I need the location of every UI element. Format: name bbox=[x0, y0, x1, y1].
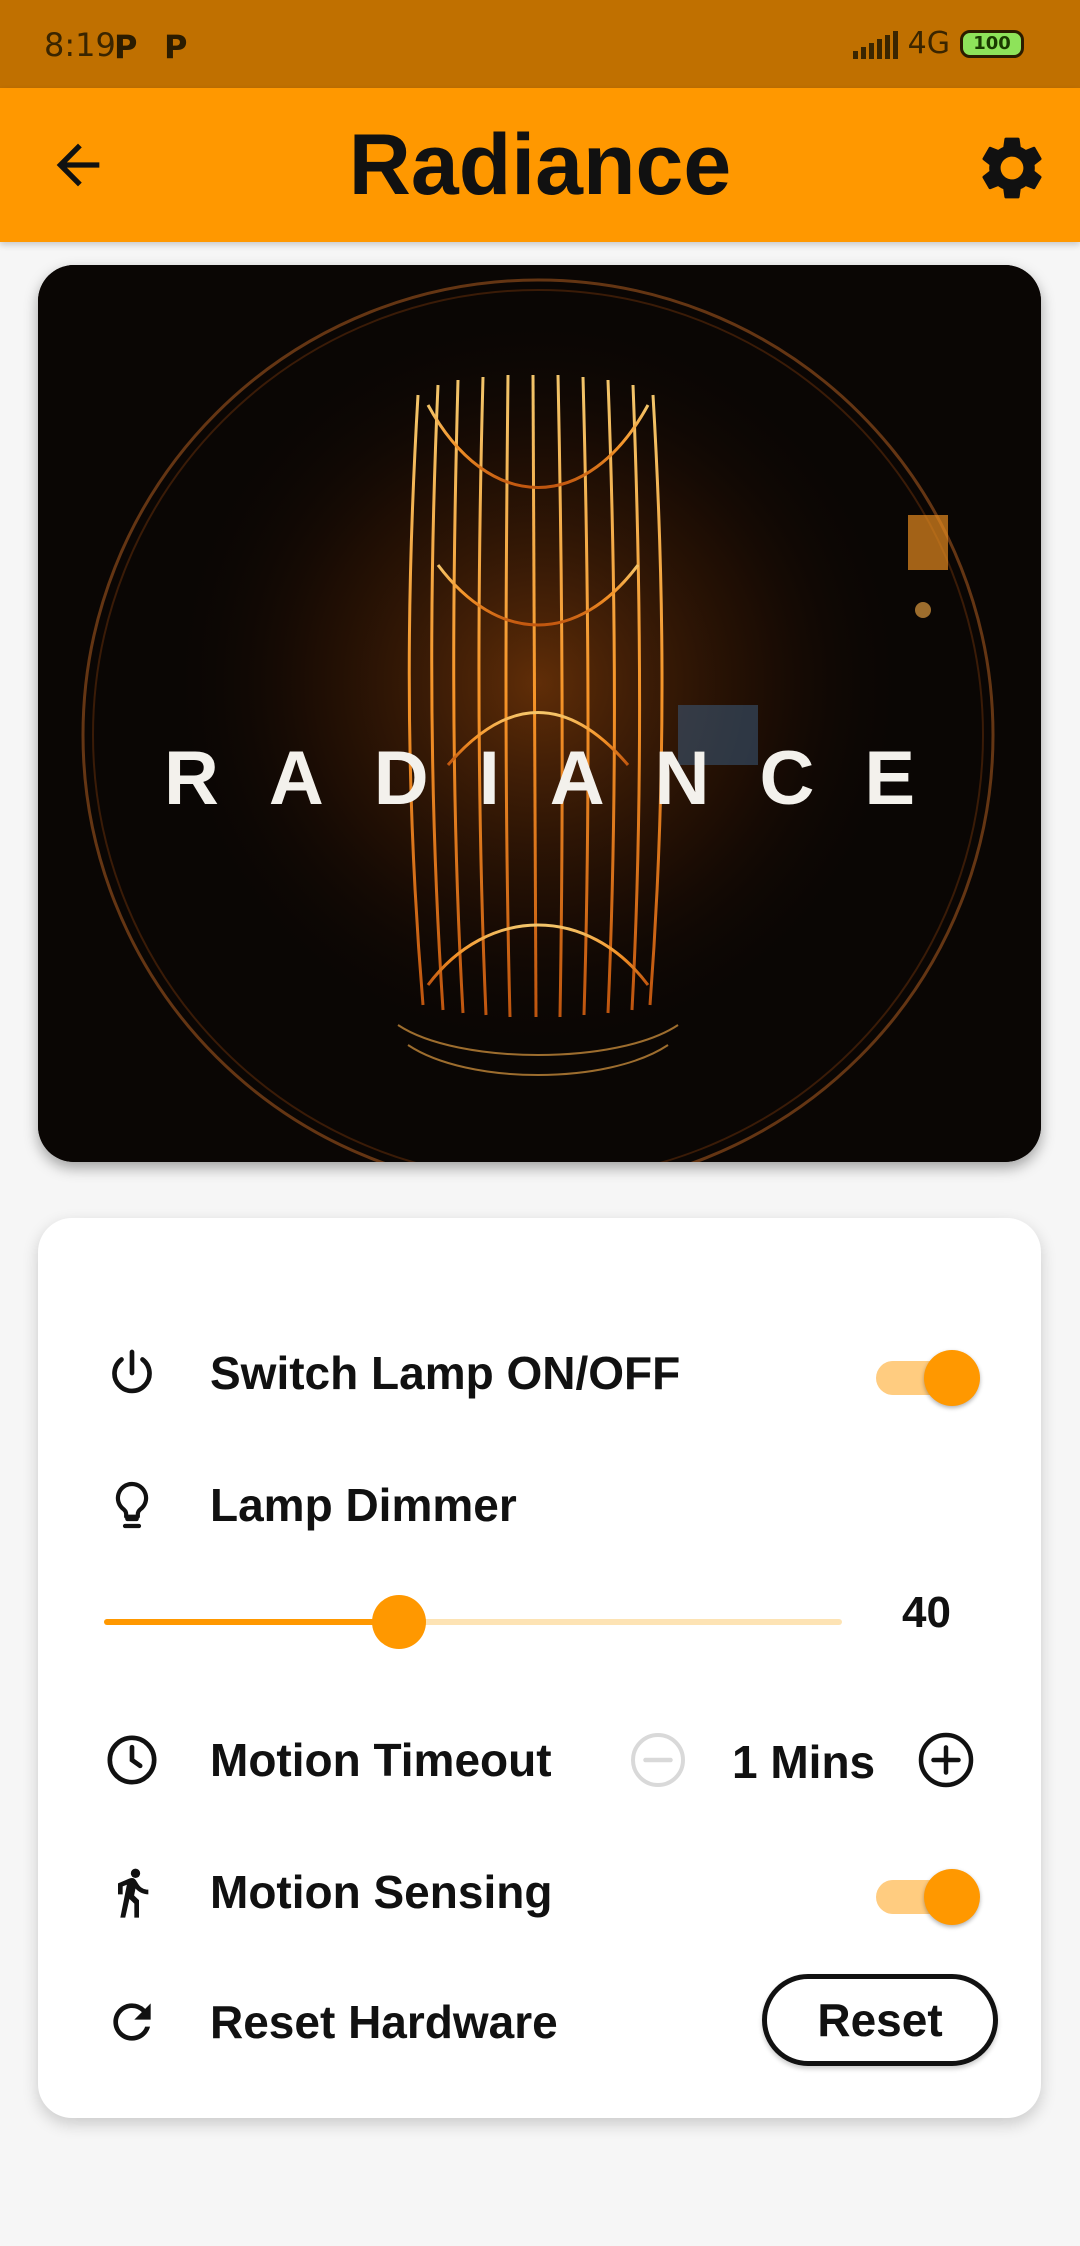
dimmer-slider[interactable] bbox=[104, 1592, 842, 1652]
decrease-timeout-button[interactable] bbox=[628, 1730, 688, 1790]
hero-image: RADIANCE bbox=[38, 265, 1041, 1162]
slider-fill bbox=[104, 1619, 399, 1625]
power-icon bbox=[112, 1349, 152, 1394]
motion-sensing-toggle[interactable] bbox=[876, 1869, 980, 1925]
dimmer-row: Lamp Dimmer bbox=[38, 1460, 1041, 1550]
status-indicators: 4G 100 bbox=[852, 26, 1024, 61]
motion-sensing-row: Motion Sensing bbox=[38, 1847, 1041, 1937]
motion-timeout-value: 1 Mins bbox=[732, 1736, 876, 1788]
walking-person-icon bbox=[118, 1868, 149, 1918]
motion-timeout-row: Motion Timeout bbox=[38, 1715, 1041, 1805]
lamp-power-label: Switch Lamp ON/OFF bbox=[210, 1347, 681, 1399]
network-type: 4G bbox=[907, 26, 950, 61]
filament-bulb-illustration bbox=[38, 265, 1041, 1162]
refresh-icon bbox=[113, 2003, 151, 2041]
dimmer-value: 40 bbox=[902, 1588, 951, 1637]
slider-thumb[interactable] bbox=[372, 1595, 426, 1649]
signal-icon bbox=[852, 29, 898, 59]
lamp-power-row: Switch Lamp ON/OFF bbox=[38, 1328, 1041, 1418]
notification-badge-2: P bbox=[164, 28, 188, 66]
app-bar: Radiance bbox=[0, 88, 1080, 242]
motion-timeout-label: Motion Timeout bbox=[210, 1734, 552, 1786]
lamp-power-toggle[interactable] bbox=[876, 1350, 980, 1406]
lightbulb-icon bbox=[115, 1481, 149, 1529]
toggle-knob bbox=[924, 1350, 980, 1406]
motion-sensing-label: Motion Sensing bbox=[210, 1866, 553, 1918]
toggle-knob bbox=[924, 1869, 980, 1925]
notification-badge-1: P bbox=[114, 28, 138, 66]
page-title: Radiance bbox=[348, 117, 732, 213]
status-bar: 8:19 P P 4G 100 bbox=[0, 0, 1080, 88]
reset-button[interactable]: Reset bbox=[762, 1974, 998, 2066]
battery-level: 100 bbox=[973, 33, 1011, 54]
gear-icon[interactable] bbox=[974, 130, 1050, 206]
reset-label: Reset Hardware bbox=[210, 1996, 558, 2048]
battery-icon: 100 bbox=[960, 29, 1024, 58]
hero-overlay-text: RADIANCE bbox=[163, 736, 966, 821]
clock-icon bbox=[107, 1735, 157, 1785]
status-time: 8:19 bbox=[44, 26, 116, 64]
dimmer-label: Lamp Dimmer bbox=[210, 1479, 517, 1531]
increase-timeout-button[interactable] bbox=[916, 1730, 976, 1790]
